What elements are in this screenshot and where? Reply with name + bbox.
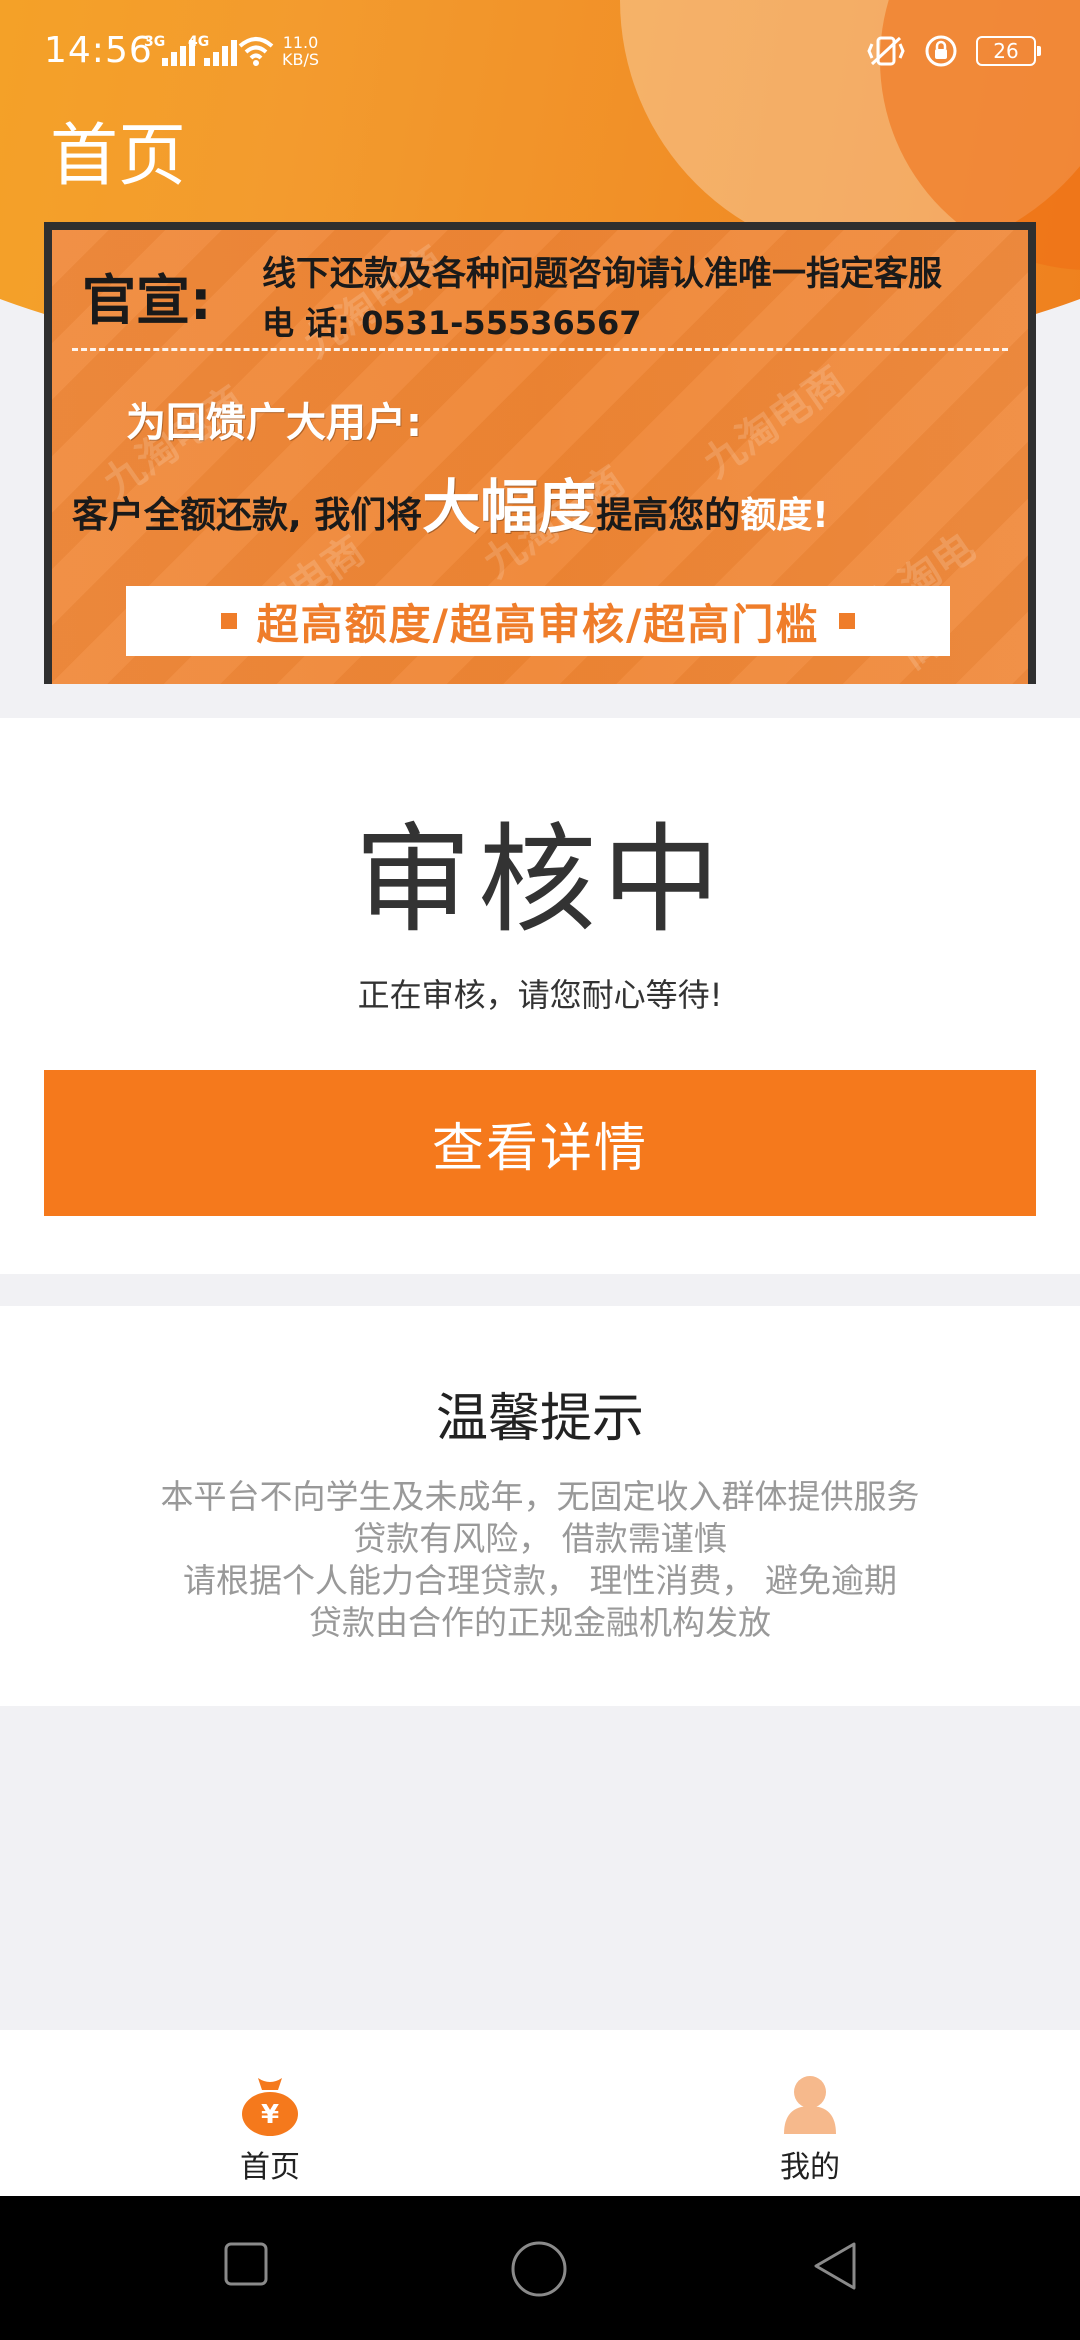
person-icon (784, 2076, 836, 2134)
promo-banner[interactable]: 九淘电商 九淘电商 九淘电商 九淘电商 九淘电商 九淘电商 官宣: 线下还款及各… (44, 222, 1036, 684)
banner-strip-text: 超高额度/超高审核/超高门槛 (256, 599, 820, 649)
signal-icon (204, 36, 237, 66)
tips-text: 本平台不向学生及未成年，无固定收入群体提供服务 贷款有风险， 借款需谨慎 请根据… (0, 1476, 1080, 1644)
system-nav-bar (0, 2196, 1080, 2340)
network-speed: 11.0 KB/S (282, 34, 319, 68)
banner-divider (72, 348, 1008, 351)
tips-section: 温馨提示 本平台不向学生及未成年，无固定收入群体提供服务 贷款有风险， 借款需谨… (0, 1306, 1080, 1706)
network-speed-unit: KB/S (282, 50, 320, 69)
wifi-icon (238, 37, 274, 66)
bottom-nav: ¥ 首页 我的 (0, 2030, 1080, 2196)
banner-phone: 电 话: 0531-55536567 (262, 304, 642, 342)
banner-promo-big: 大幅度 (422, 473, 597, 541)
review-message: 正在审核，请您耐心等待! (357, 976, 723, 1014)
lock-rotation-icon (925, 35, 957, 67)
status-bar: 14:56 3G 4G 11.0 KB/S 26 (0, 0, 1080, 110)
nav-label-home: 首页 (240, 2150, 300, 2185)
banner-promo: 客户全额还款, 我们将大幅度提高您的额度! (72, 460, 829, 544)
vibrate-icon (867, 36, 905, 66)
banner-strip: 超高额度/超高审核/超高门槛 (126, 586, 950, 656)
banner-image: 九淘电商 九淘电商 九淘电商 九淘电商 九淘电商 九淘电商 官宣: 线下还款及各… (52, 230, 1028, 684)
nav-item-mine[interactable]: 我的 (540, 2030, 1080, 2196)
banner-promo-mid: 提高您的 (596, 495, 741, 536)
bullet-square (220, 613, 237, 629)
tips-line: 贷款有风险， 借款需谨慎 (353, 1519, 727, 1558)
tips-line: 贷款由合作的正规金融机构发放 (309, 1603, 771, 1642)
tips-line: 本平台不向学生及未成年，无固定收入群体提供服务 (160, 1477, 920, 1516)
banner-feedback: 为回馈广大用户: (126, 400, 422, 446)
tips-line: 请根据个人能力合理贷款， 理性消费， 避免逾期 (183, 1561, 897, 1600)
view-details-button[interactable]: 查看详情 (44, 1070, 1036, 1216)
nav-label-mine: 我的 (780, 2150, 840, 2185)
status-right: 26 (866, 34, 1041, 68)
back-button[interactable] (810, 2240, 860, 2292)
banner-promo-end: 额度! (740, 495, 829, 536)
bullet-square (839, 613, 856, 629)
review-status: 审核中 (353, 811, 726, 949)
network-speed-value: 11.0 (282, 33, 319, 52)
banner-heading: 官宣: (82, 269, 212, 332)
battery-icon: 26 (976, 36, 1041, 66)
review-section: 审核中 正在审核，请您耐心等待! 查看详情 (0, 718, 1080, 1274)
banner-promo-pre: 客户全额还款, 我们将 (72, 495, 423, 536)
page-title: 首页 (50, 117, 187, 196)
status-time: 14:56 (44, 30, 153, 71)
svg-text:¥: ¥ (261, 2100, 279, 2130)
tips-title: 温馨提示 (435, 1389, 644, 1449)
money-bag-icon: ¥ (242, 2078, 298, 2136)
banner-notice: 线下还款及各种问题咨询请认准唯一指定客服 (262, 254, 942, 294)
nav-item-home[interactable]: ¥ 首页 (0, 2030, 540, 2196)
home-button[interactable] (510, 2240, 568, 2298)
recent-apps-button[interactable] (222, 2240, 270, 2288)
